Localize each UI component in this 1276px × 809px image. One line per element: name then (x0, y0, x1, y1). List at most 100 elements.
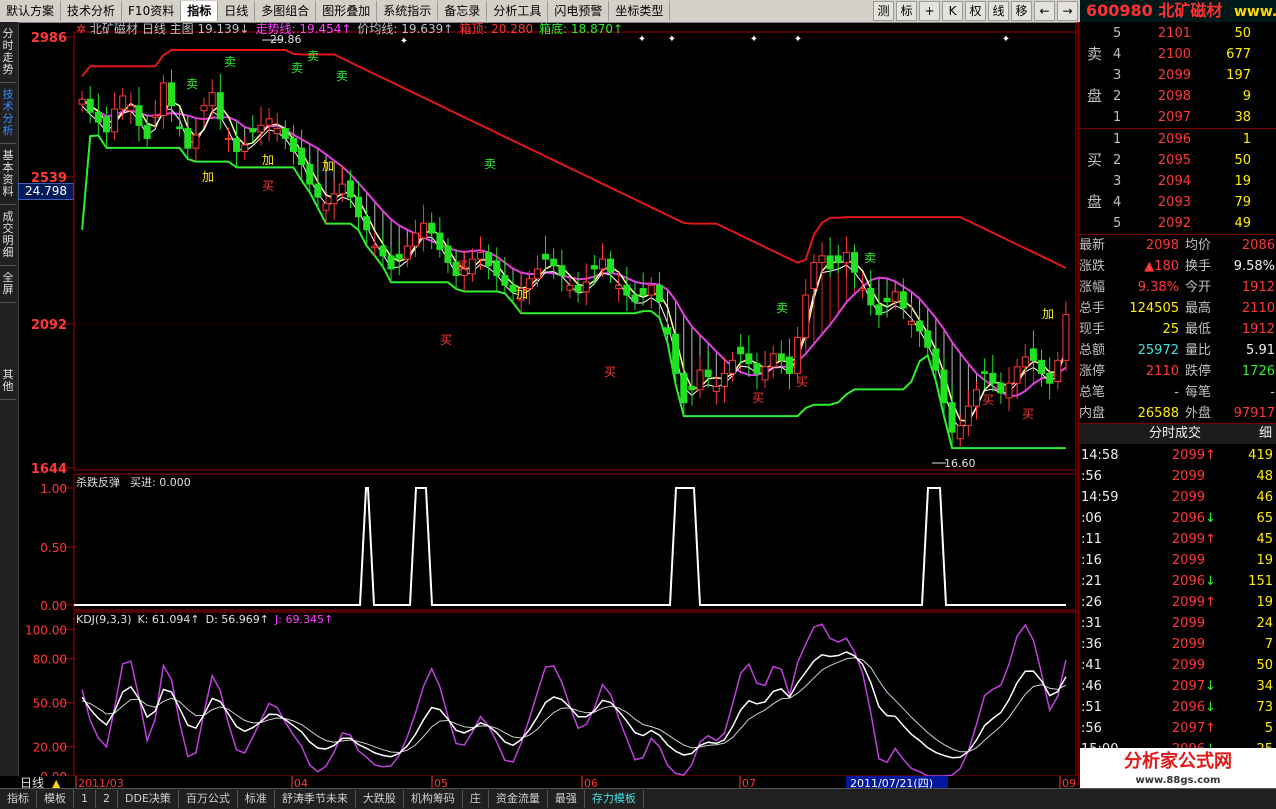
stat-value: 97917 (1233, 406, 1275, 421)
candle-body (346, 180, 354, 198)
candle-body (664, 327, 672, 335)
candle-body (411, 232, 419, 247)
candle-body (86, 98, 94, 113)
tick-time: :16 (1081, 553, 1102, 568)
candle-body (704, 369, 712, 378)
candle-body (289, 137, 297, 152)
candle-body (322, 203, 330, 211)
tick-time: :21 (1081, 574, 1102, 589)
candle-body (582, 281, 590, 293)
candle-body (932, 348, 940, 371)
trade-signal-label: 卖 (776, 301, 788, 315)
tick-volume: 50 (1256, 658, 1273, 673)
tick-price: 2099 (1171, 658, 1205, 673)
stat-label: 最低 (1185, 322, 1212, 337)
header-item: 北矿磁材 日线 主图 19.139↓ (90, 21, 250, 36)
bottom-tab-13[interactable]: 存力模板 (585, 790, 644, 808)
warning-triangle-icon[interactable]: ▲ (52, 777, 61, 788)
candle-body (298, 147, 306, 166)
sell-price: 2100 (1157, 47, 1191, 62)
ticks-detail-tab[interactable]: 细 (1259, 423, 1272, 444)
trade-signal-label: 买 (262, 179, 274, 193)
bottom-tab-5[interactable]: 百万公式 (179, 790, 238, 808)
candle-body (948, 402, 956, 433)
watermark-title: 分析家公式网 (1124, 751, 1232, 772)
bottom-tab-11[interactable]: 资金流量 (489, 790, 548, 808)
bottom-tab-4[interactable]: DDE决策 (118, 790, 179, 808)
candle-body (989, 372, 997, 384)
bottom-tab-1[interactable]: 模板 (37, 790, 74, 808)
buy-side-label: 买 (1087, 151, 1103, 169)
stat-value: 2086 (1241, 238, 1275, 253)
candle-body (680, 372, 688, 404)
sell-side-label: 卖 (1087, 45, 1103, 63)
candle-body (907, 320, 915, 325)
tick-arrow: ↑ (1205, 721, 1216, 736)
stat-label: 最高 (1185, 301, 1212, 316)
candle-body (851, 252, 859, 273)
stat-value: 1912 (1241, 322, 1275, 337)
candle-body (867, 288, 875, 306)
x-axis-label: 09 (1062, 777, 1076, 788)
tick-volume: 24 (1256, 616, 1273, 631)
candle-body (306, 164, 314, 185)
gear-icon[interactable]: ✲ (76, 22, 86, 36)
tick-price: 2099 (1171, 637, 1205, 652)
tick-price: 2096 (1171, 700, 1205, 715)
sell-volume: 197 (1226, 68, 1251, 83)
buy-price: 2095 (1157, 153, 1191, 168)
bottom-tab-9[interactable]: 机构筹码 (404, 790, 463, 808)
bottom-tab-10[interactable]: 庄 (463, 790, 489, 808)
bottom-tab-3[interactable]: 2 (96, 790, 118, 808)
chart-area[interactable]: 北矿磁材 日线 主图 19.139↓ 走势线: 19.454↑ 价均线: 19.63… (0, 0, 1078, 788)
stat-label: 换手 (1185, 259, 1212, 274)
candle-body (476, 252, 484, 260)
bottom-tab-8[interactable]: 大跌股 (356, 790, 404, 808)
trade-signal-label: 买 (456, 259, 468, 273)
candle-body (769, 353, 777, 368)
candle-body (940, 369, 948, 404)
trade-signal-label: 卖 (307, 49, 319, 63)
candle-body (184, 128, 192, 149)
candle-body (826, 255, 834, 270)
sell-level-label: 2 (1113, 89, 1122, 104)
tick-price: 2097 (1171, 721, 1205, 736)
candle-body (615, 284, 623, 290)
star-marker: ✦ (750, 34, 758, 45)
kdj-j-line (81, 623, 1067, 777)
trade-signal-label: 加 (262, 153, 274, 167)
candle-body (696, 369, 704, 391)
bottom-tab-0[interactable]: 指标 (0, 790, 37, 808)
x-axis-label: 05 (434, 777, 448, 788)
candle-body (818, 255, 826, 263)
signal-line (74, 487, 1066, 606)
bottom-tab-7[interactable]: 舒涛季节未来 (275, 790, 356, 808)
stat-value: 26588 (1137, 406, 1179, 421)
stat-value: 9.38% (1137, 280, 1179, 295)
candle-body (379, 245, 387, 257)
watermark-logo: 分析家公式网 www.88gs.com (1080, 748, 1276, 788)
tick-volume: 45 (1256, 532, 1273, 547)
tick-time: :36 (1081, 637, 1102, 652)
candle-body (436, 232, 444, 250)
stat-label: 跌停 (1185, 364, 1212, 379)
price-tick-label: 2092 (31, 318, 67, 333)
x-axis-label: 04 (294, 777, 308, 788)
candle-body (924, 330, 932, 348)
trade-signal-label: 加 (1042, 307, 1054, 321)
x-axis-label: 07 (742, 777, 756, 788)
candle-body (371, 245, 379, 249)
candle-body (257, 124, 265, 133)
bottom-tab-12[interactable]: 最强 (548, 790, 585, 808)
sell-level-label: 1 (1113, 110, 1122, 125)
stat-value: 2110 (1241, 301, 1275, 316)
candle-body (176, 126, 184, 130)
candle-body (119, 95, 127, 110)
stat-value: 25 (1162, 322, 1179, 337)
bottom-tab-6[interactable]: 标准 (238, 790, 275, 808)
tick-price: 2099 (1171, 553, 1205, 568)
candle-body (753, 363, 761, 374)
kdj-k-line (81, 651, 1067, 759)
candle-body (428, 222, 436, 234)
bottom-tab-2[interactable]: 1 (74, 790, 96, 808)
